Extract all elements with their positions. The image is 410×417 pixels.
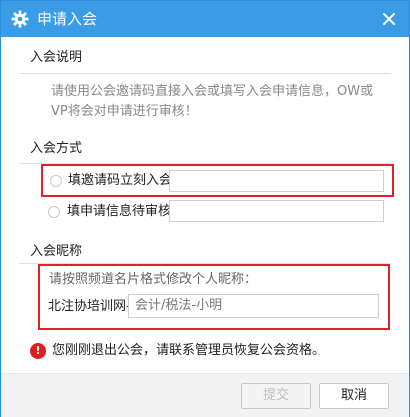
dialog-titlebar: 申请入会 — [1, 1, 409, 37]
dialog-footer: 提交 取消 — [1, 373, 409, 417]
nickname-section-label: 入会昵称 — [30, 244, 83, 259]
invite-code-input[interactable] — [169, 170, 384, 192]
nickname-input[interactable]: 会计/税法-小明 — [128, 294, 379, 318]
invite-code-option-label: 填邀请码立刻入会 — [68, 173, 173, 188]
intro-divider — [19, 73, 391, 74]
warning-text: 您刚刚退出公会，请联系管理员恢复公会资格。 — [52, 343, 326, 358]
application-input[interactable] — [169, 200, 384, 222]
application-option-label: 填申请信息待审核 — [67, 204, 172, 219]
close-icon[interactable] — [379, 9, 399, 29]
method-section-label: 入会方式 — [30, 141, 83, 156]
nickname-tip: 请按照频道名片格式修改个人昵称： — [49, 272, 258, 287]
join-guild-dialog: 申请入会 入会说明 请使用公会邀请码直接入会或填写入会申请信息，OW或VP将会对… — [0, 0, 410, 417]
intro-section-label: 入会说明 — [30, 50, 83, 65]
warning-icon: ! — [30, 343, 46, 359]
dialog-title: 申请入会 — [37, 10, 98, 28]
application-radio[interactable] — [48, 206, 60, 218]
intro-description: 请使用公会邀请码直接入会或填写入会申请信息，OW或VP将会对申请进行审核！ — [51, 84, 374, 119]
gear-icon — [11, 10, 29, 28]
nickname-prefix: 北注协培训网- — [48, 299, 131, 314]
cancel-button[interactable]: 取消 — [319, 383, 389, 409]
invite-code-radio[interactable] — [50, 175, 62, 187]
submit-button[interactable]: 提交 — [241, 383, 311, 409]
